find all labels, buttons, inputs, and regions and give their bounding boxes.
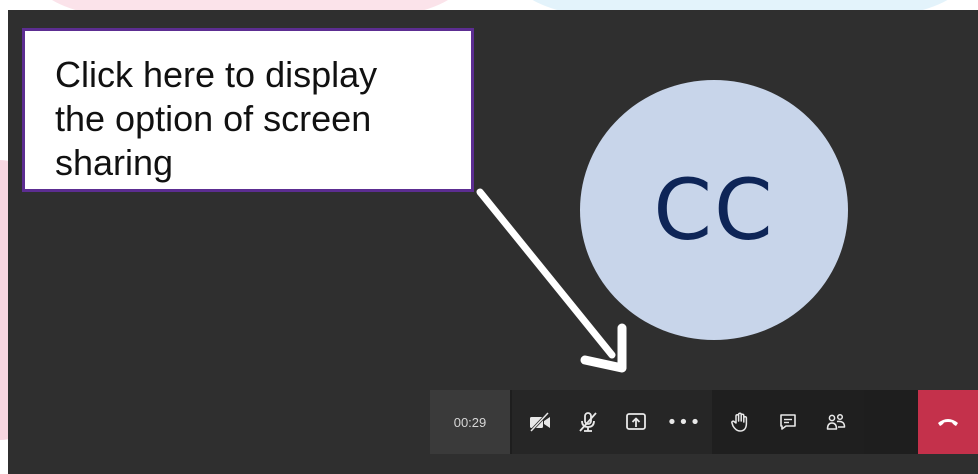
camera-toggle-button[interactable]: [516, 390, 564, 454]
mic-off-icon: [579, 412, 597, 432]
participant-initials: CC: [653, 161, 775, 259]
page: Click here to display the option of scre…: [0, 0, 978, 474]
more-options-button[interactable]: •••: [660, 390, 708, 454]
callout-text: Click here to display the option of scre…: [55, 54, 378, 183]
chat-button[interactable]: [764, 390, 812, 454]
more-options-icon: •••: [666, 411, 702, 433]
chat-icon: [780, 414, 796, 430]
hang-up-icon: [938, 419, 958, 426]
media-controls: •••: [512, 390, 712, 454]
raise-hand-button[interactable]: [716, 390, 764, 454]
hang-up-button[interactable]: [918, 390, 978, 454]
raise-hand-icon: [731, 412, 748, 432]
share-screen-icon: [626, 413, 646, 430]
call-toolbar: 00:29 •••: [430, 390, 978, 454]
share-screen-button[interactable]: [612, 390, 660, 454]
call-timer: 00:29: [430, 390, 510, 454]
camera-off-icon: [529, 412, 550, 432]
mic-toggle-button[interactable]: [564, 390, 612, 454]
participant-avatar: CC: [580, 80, 848, 340]
instruction-callout: Click here to display the option of scre…: [22, 28, 474, 192]
participants-button[interactable]: [812, 390, 860, 454]
meeting-controls: [712, 390, 864, 454]
participants-icon: [826, 413, 846, 430]
